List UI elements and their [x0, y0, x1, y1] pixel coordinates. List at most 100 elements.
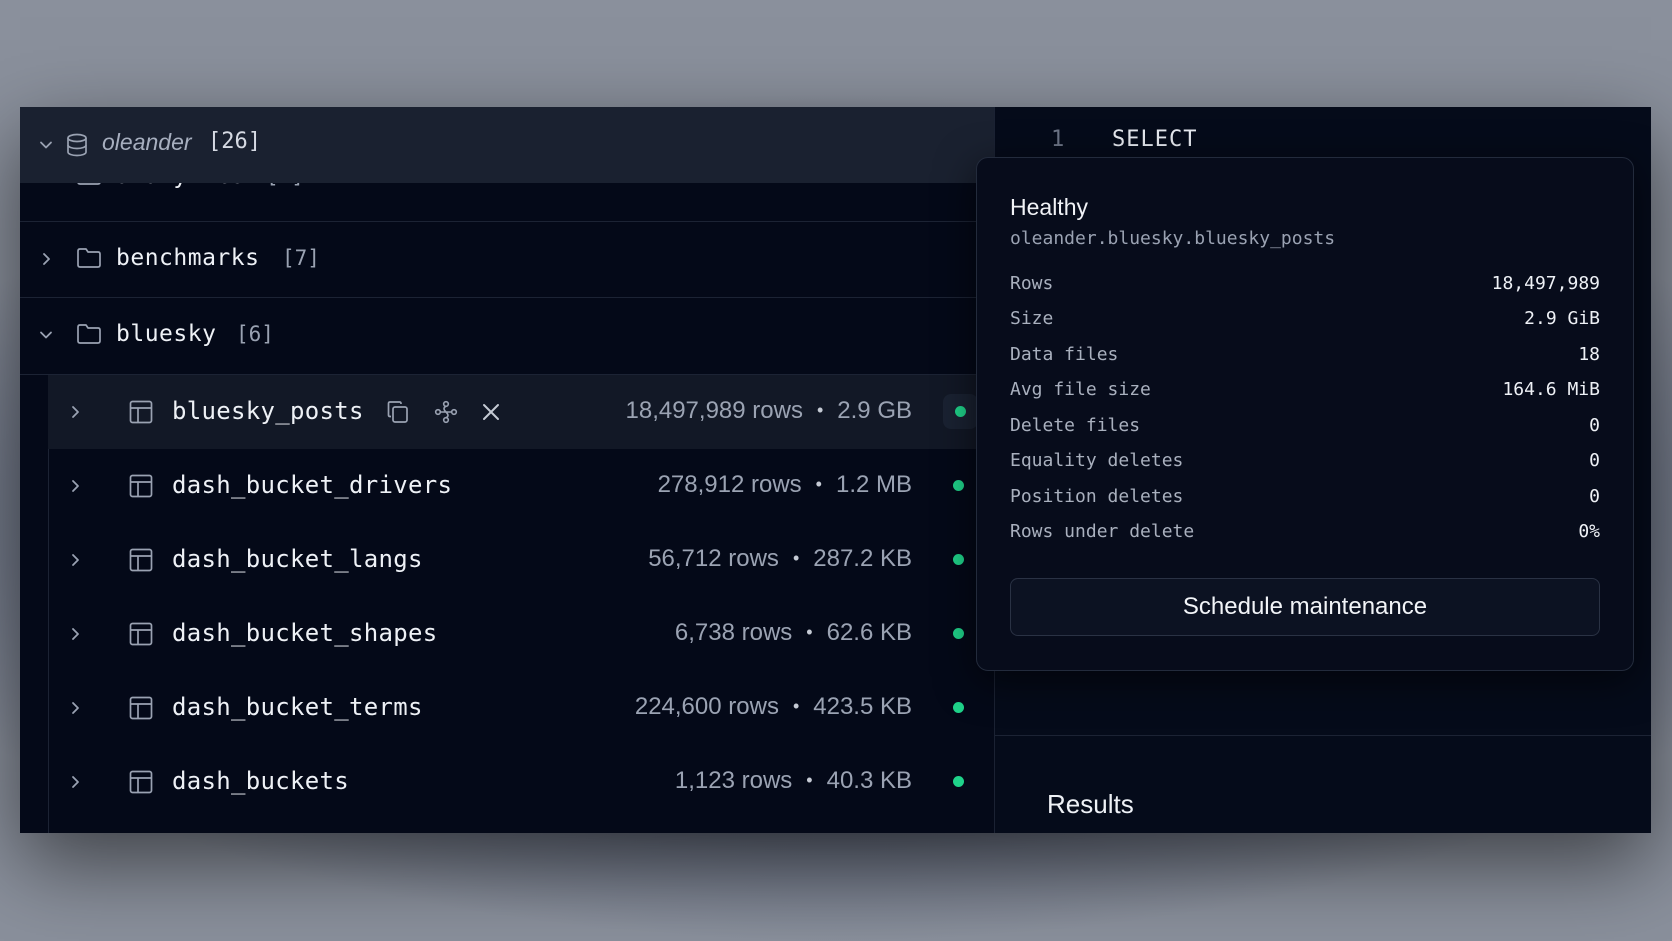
row-count: 1,123 rows: [674, 767, 793, 794]
meta-separator: •: [792, 548, 800, 568]
chevron-down-icon[interactable]: [39, 328, 53, 342]
chevron-right-icon[interactable]: [39, 252, 53, 266]
health-dot[interactable]: [953, 480, 964, 491]
stat-value: 0: [1589, 486, 1600, 507]
chevron-right-icon[interactable]: [68, 405, 82, 419]
table-row-dash-bucket-drivers[interactable]: dash_bucket_drivers 278,912 rows • 1.2 MB: [48, 449, 994, 523]
table-size: 287.2 KB: [813, 545, 912, 572]
chevron-right-icon[interactable]: [68, 701, 82, 715]
table-icon: [129, 622, 153, 646]
stat-avg-file-size: Avg file size 164.6 MiB: [1010, 379, 1600, 409]
health-dot[interactable]: [953, 554, 964, 565]
row-count: 278,912 rows: [657, 471, 802, 498]
database-icon: [66, 133, 88, 157]
results-title: Results: [1047, 789, 1134, 819]
stat-label: Delete files: [1010, 415, 1141, 436]
stat-label: Rows: [1010, 273, 1054, 294]
row-count: 224,600 rows: [634, 693, 779, 720]
table-meta: 6,738 rows • 62.6 KB: [675, 619, 912, 647]
table-meta: 278,912 rows • 1.2 MB: [658, 471, 912, 499]
stat-value: 0: [1589, 450, 1600, 471]
row-count: 6,738 rows: [674, 619, 793, 646]
table-size: 2.9 GB: [837, 397, 912, 424]
health-dot: [955, 406, 966, 417]
folder-count: [6]: [236, 322, 274, 346]
health-dot[interactable]: [953, 776, 964, 787]
table-meta: 1,123 rows • 40.3 KB: [675, 767, 912, 795]
table-name: dash_bucket_langs: [172, 545, 423, 573]
table-health-popover: Healthy oleander.bluesky.bluesky_posts R…: [976, 157, 1634, 671]
chevron-down-icon[interactable]: [39, 138, 53, 152]
folder-count: [7]: [282, 246, 320, 270]
chevron-right-icon[interactable]: [68, 479, 82, 493]
stat-size: Size 2.9 GiB: [1010, 308, 1600, 338]
chevron-right-icon[interactable]: [68, 627, 82, 641]
table-icon: [129, 770, 153, 794]
stat-value: 2.9 GiB: [1524, 308, 1600, 329]
table-icon: [129, 696, 153, 720]
health-dot[interactable]: [953, 628, 964, 639]
table-size: 40.3 KB: [826, 767, 912, 794]
table-row-dash-bucket-shapes[interactable]: dash_bucket_shapes 6,738 rows • 62.6 KB: [48, 597, 994, 671]
stat-value: 164.6 MiB: [1502, 379, 1600, 400]
stat-value: 18,497,989: [1491, 273, 1600, 294]
meta-separator: •: [806, 770, 813, 790]
table-name: dash_bucket_terms: [172, 693, 423, 721]
table-name: dash_bucket_drivers: [172, 471, 453, 499]
line-number: 1: [1051, 127, 1065, 152]
health-status[interactable]: [943, 394, 978, 429]
schema-explorer: oleander [26] analytics [2] benchmarks […: [20, 107, 994, 833]
stat-rows: Rows 18,497,989: [1010, 273, 1600, 303]
table-size: 1.2 MB: [835, 471, 912, 498]
close-icon[interactable]: [481, 402, 501, 422]
stat-equality-deletes: Equality deletes 0: [1010, 450, 1600, 480]
table-name: bluesky_posts: [172, 397, 364, 425]
stat-data-files: Data files 18: [1010, 344, 1600, 374]
app-window: oleander [26] analytics [2] benchmarks […: [20, 107, 1651, 833]
table-size: 423.5 KB: [813, 693, 912, 720]
results-divider: [995, 735, 1651, 736]
health-status-title: Healthy: [1010, 194, 1088, 220]
stat-position-deletes: Position deletes 0: [1010, 486, 1600, 516]
database-name: oleander: [102, 129, 192, 155]
chevron-right-icon[interactable]: [68, 775, 82, 789]
table-path: oleander.bluesky.bluesky_posts: [1010, 228, 1336, 249]
stat-delete-files: Delete files 0: [1010, 415, 1600, 445]
schedule-maintenance-button[interactable]: Schedule maintenance: [1010, 578, 1600, 636]
table-size: 62.6 KB: [826, 619, 912, 646]
stat-label: Equality deletes: [1010, 450, 1184, 471]
table-meta: 224,600 rows • 423.5 KB: [635, 693, 912, 721]
stat-rows-under-delete: Rows under delete 0%: [1010, 521, 1600, 551]
table-icon: [129, 474, 153, 498]
database-header[interactable]: oleander [26]: [20, 107, 994, 183]
stat-label: Data files: [1010, 344, 1119, 365]
table-icon: [129, 548, 153, 572]
stat-label: Rows under delete: [1010, 521, 1195, 542]
folder-name: bluesky: [116, 321, 217, 347]
lineage-icon[interactable]: [434, 400, 458, 424]
meta-separator: •: [816, 400, 824, 420]
table-name: dash_buckets: [172, 767, 349, 795]
copy-icon[interactable]: [386, 400, 410, 424]
folder-name: benchmarks: [116, 245, 260, 271]
table-row-dash-buckets[interactable]: dash_buckets 1,123 rows • 40.3 KB: [48, 745, 994, 819]
folder-row-bluesky[interactable]: bluesky [6]: [20, 298, 994, 372]
stat-value: 18: [1578, 344, 1600, 365]
stat-value: 0%: [1578, 521, 1600, 542]
folder-row-benchmarks[interactable]: benchmarks [7]: [20, 222, 994, 296]
stat-value: 0: [1589, 415, 1600, 436]
table-row-dash-bucket-langs[interactable]: dash_bucket_langs 56,712 rows • 287.2 KB: [48, 523, 994, 597]
chevron-right-icon[interactable]: [68, 553, 82, 567]
table-icon: [129, 400, 153, 424]
table-meta: 18,497,989 rows • 2.9 GB: [626, 397, 913, 425]
health-dot[interactable]: [953, 702, 964, 713]
table-row-bluesky-posts[interactable]: bluesky_posts 18,497,989 rows • 2.9 GB: [48, 375, 994, 449]
table-row-dash-bucket-terms[interactable]: dash_bucket_terms 224,600 rows • 423.5 KB: [48, 671, 994, 745]
meta-separator: •: [806, 622, 813, 642]
stat-label: Position deletes: [1010, 486, 1184, 507]
meta-separator: •: [792, 696, 800, 716]
row-count: 18,497,989 rows: [625, 397, 803, 424]
stat-label: Avg file size: [1010, 379, 1151, 400]
stat-label: Size: [1010, 308, 1054, 329]
database-count: [26]: [208, 129, 261, 154]
